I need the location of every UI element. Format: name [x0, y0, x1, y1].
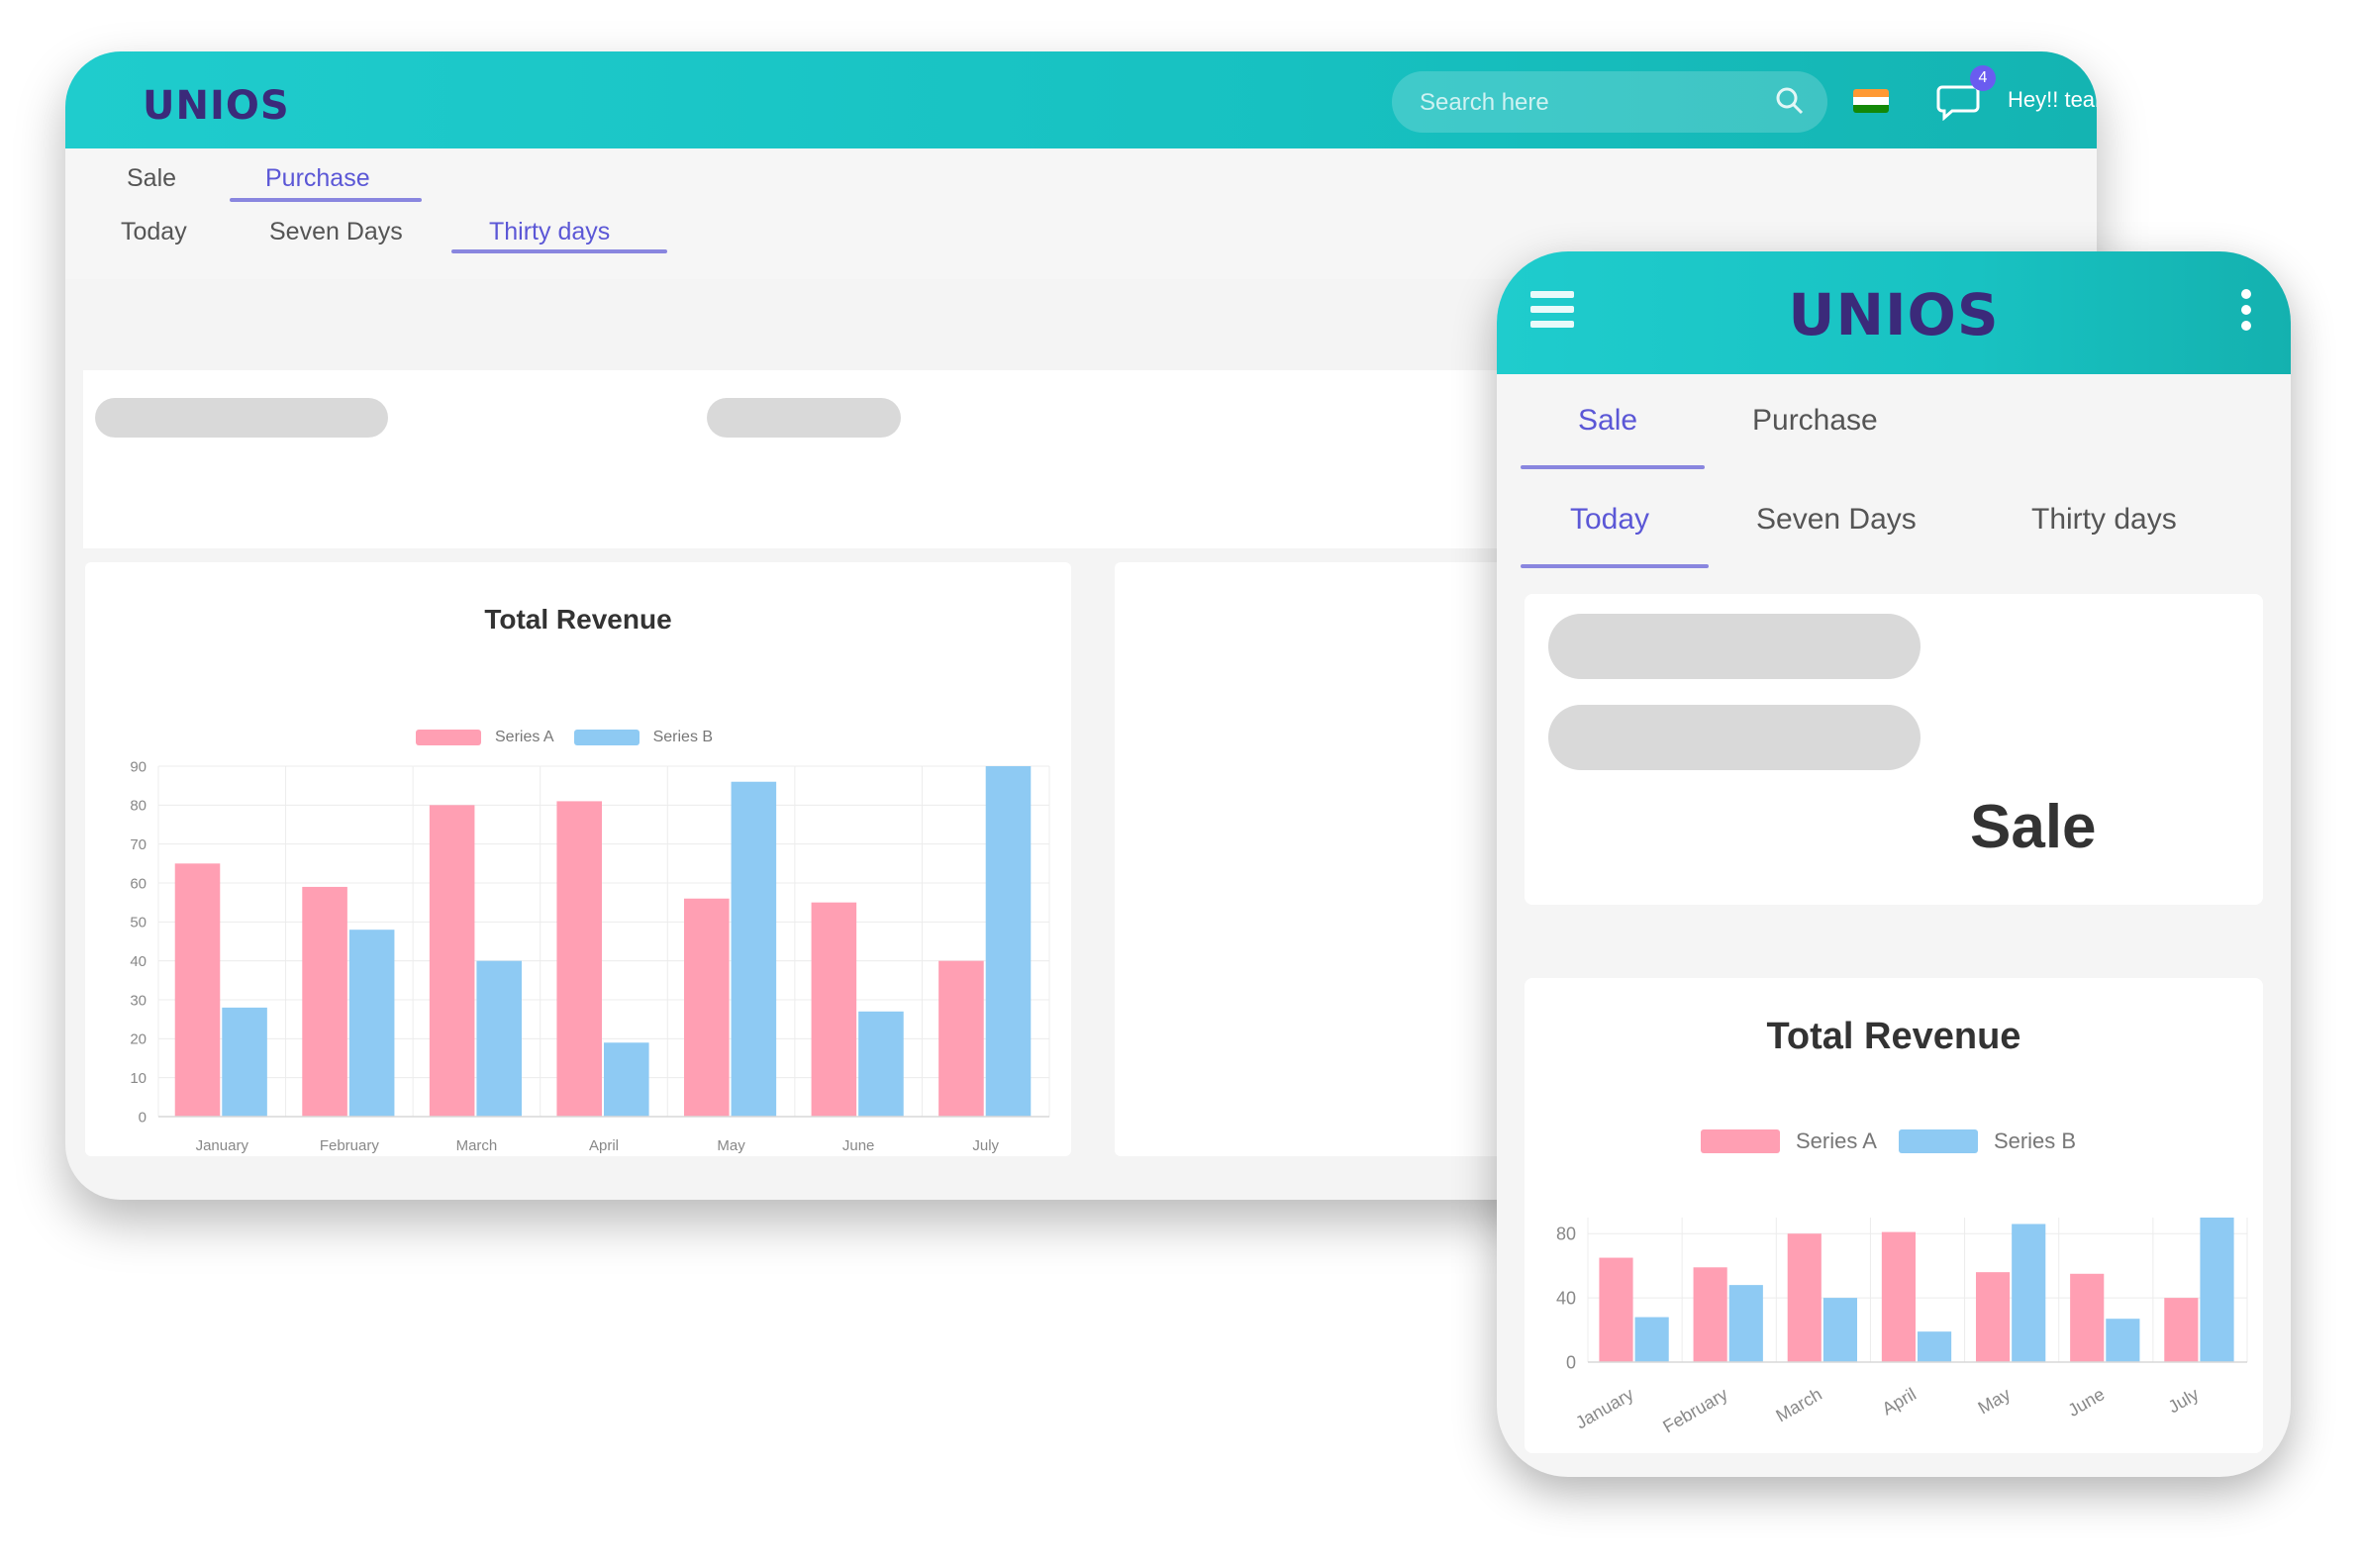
- bar-series-b: [1728, 1285, 1763, 1362]
- bar-series-a: [556, 801, 602, 1117]
- search-icon[interactable]: [1774, 85, 1806, 117]
- revenue-bar-chart: 0 40 80 January February March April May June Jul…: [1556, 1218, 2248, 1436]
- bar-series-b: [985, 766, 1032, 1117]
- mobile-header: UNIOS: [1497, 251, 2291, 374]
- y-tick-label: 50: [130, 915, 147, 931]
- period-tab-seven-days[interactable]: Seven Days: [1756, 503, 1917, 537]
- bar-series-b: [476, 960, 522, 1117]
- x-tick-label: February: [1659, 1384, 1730, 1436]
- tab-purchase[interactable]: Purchase: [265, 164, 370, 193]
- tab-purchase[interactable]: Purchase: [1752, 404, 1878, 438]
- sale-heading: Sale: [1970, 793, 2097, 861]
- mobile-window: UNIOS Sale Purchase Today Seven Days Thi…: [1497, 251, 2291, 1477]
- revenue-chart-card: Total Revenue Series A Series B 0 40 80 Jan…: [1525, 978, 2263, 1453]
- revenue-chart-card: Total Revenue Series A Series B 0 10 20 30 4…: [85, 562, 1071, 1156]
- y-tick-label: 60: [130, 875, 147, 892]
- y-tick-label: 80: [1556, 1225, 1576, 1244]
- bar-series-b: [2200, 1218, 2234, 1362]
- x-tick-label: April: [1879, 1384, 1920, 1419]
- user-greeting[interactable]: Hey!! team: [2008, 87, 2097, 113]
- y-tick-label: 40: [1556, 1288, 1576, 1308]
- tab-sale[interactable]: Sale: [127, 164, 176, 193]
- bar-series-b: [2106, 1319, 2140, 1362]
- bar-series-a: [684, 898, 730, 1117]
- x-tick-label: January: [1572, 1384, 1636, 1432]
- x-tick-label: April: [589, 1137, 619, 1154]
- bar-series-b: [604, 1042, 649, 1117]
- period-tab-today[interactable]: Today: [1570, 503, 1649, 537]
- bar-series-b: [858, 1011, 904, 1117]
- period-tab-seven-days[interactable]: Seven Days: [269, 218, 403, 246]
- y-tick-label: 70: [130, 836, 147, 853]
- bar-series-a: [938, 960, 984, 1117]
- x-tick-label: February: [320, 1137, 380, 1154]
- x-tick-label: May: [717, 1137, 745, 1154]
- loading-placeholder: [1548, 705, 1921, 770]
- tab-underline: [1521, 465, 1705, 469]
- x-tick-label: June: [2064, 1384, 2108, 1421]
- bar-series-a: [174, 863, 221, 1117]
- notification-badge: 4: [1970, 65, 1996, 91]
- bar-series-b: [2012, 1224, 2046, 1362]
- bar-series-a: [1693, 1267, 1727, 1362]
- bar-series-a: [1599, 1257, 1633, 1362]
- y-tick-label: 0: [1566, 1352, 1576, 1372]
- x-tick-label: July: [972, 1137, 999, 1154]
- bar-series-b: [1822, 1298, 1858, 1362]
- bar-series-a: [2070, 1273, 2105, 1362]
- bar-series-b: [222, 1007, 267, 1117]
- x-tick-label: May: [1975, 1384, 2014, 1418]
- india-flag-icon[interactable]: [1853, 89, 1889, 113]
- loading-placeholder: [95, 398, 388, 438]
- sale-summary-card: Sale: [1525, 594, 2263, 905]
- bar-series-a: [1881, 1231, 1916, 1362]
- period-tab-underline: [451, 249, 667, 253]
- bar-series-b: [1634, 1317, 1669, 1362]
- period-tab-underline: [1521, 564, 1709, 568]
- bar-series-b: [731, 781, 777, 1117]
- search-box[interactable]: Search here: [1392, 71, 1827, 133]
- bar-series-b: [1918, 1331, 1952, 1362]
- y-tick-label: 90: [130, 758, 147, 775]
- x-tick-label: June: [842, 1137, 875, 1154]
- more-options-icon[interactable]: [2241, 289, 2255, 339]
- revenue-bar-chart: 0 10 20 30 40 50 60 70 80 90 January February March A…: [130, 758, 1050, 1154]
- bar-series-a: [2164, 1298, 2199, 1362]
- y-tick-label: 80: [130, 798, 147, 815]
- bar-series-b: [348, 930, 395, 1117]
- tab-underline: [230, 198, 422, 202]
- desktop-header: UNIOS Search here 4 Hey!! team: [65, 51, 2097, 148]
- x-tick-label: March: [456, 1137, 498, 1154]
- search-input[interactable]: Search here: [1420, 89, 1549, 117]
- x-tick-label: January: [196, 1137, 249, 1154]
- loading-placeholder: [1548, 614, 1921, 679]
- x-tick-label: July: [2165, 1384, 2203, 1417]
- bar-series-a: [1787, 1233, 1822, 1362]
- y-tick-label: 30: [130, 992, 147, 1009]
- y-tick-label: 20: [130, 1031, 147, 1048]
- bar-series-a: [1975, 1272, 2011, 1362]
- bar-series-a: [429, 805, 475, 1117]
- period-tab-today[interactable]: Today: [121, 218, 187, 246]
- y-tick-label: 10: [130, 1070, 147, 1087]
- loading-placeholder: [707, 398, 901, 438]
- y-tick-label: 40: [130, 953, 147, 970]
- y-tick-label: 0: [139, 1109, 147, 1126]
- period-tab-thirty-days[interactable]: Thirty days: [489, 218, 610, 246]
- brand-logo[interactable]: UNIOS: [143, 83, 290, 129]
- brand-logo[interactable]: UNIOS: [1497, 281, 2291, 348]
- x-tick-label: March: [1773, 1384, 1825, 1425]
- tab-sale[interactable]: Sale: [1578, 404, 1637, 438]
- period-tab-thirty-days[interactable]: Thirty days: [2031, 503, 2177, 537]
- bar-series-a: [811, 902, 857, 1117]
- bar-series-a: [302, 886, 347, 1117]
